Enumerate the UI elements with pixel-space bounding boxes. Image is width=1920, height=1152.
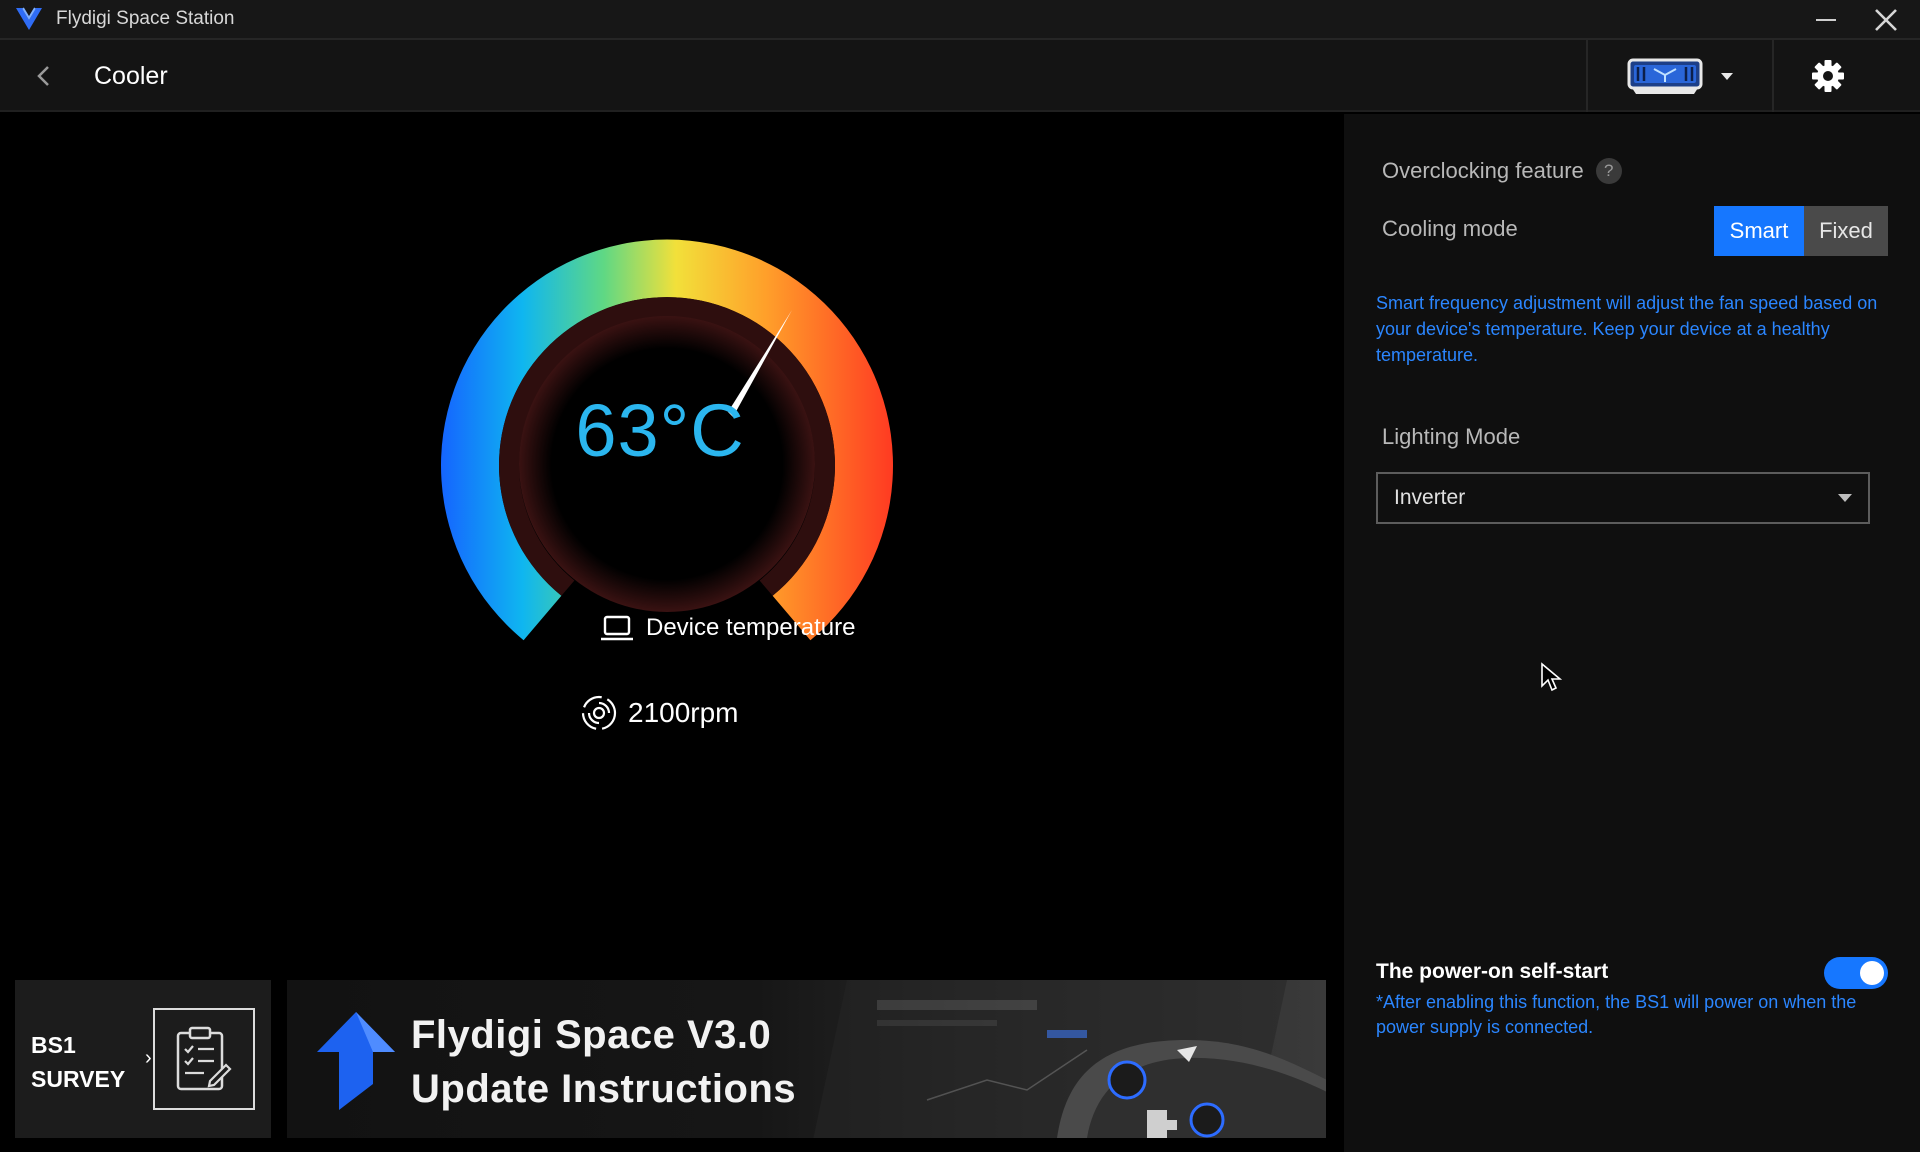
survey-line-2: SURVEY (31, 1066, 126, 1092)
chevron-left-icon (37, 66, 49, 86)
flydigi-logo-icon (16, 7, 42, 30)
survey-banner[interactable]: BS1 SURVEY › (15, 980, 271, 1138)
fan-speed-readout: 2100rpm (580, 694, 739, 732)
app-screenshot-illustration (810, 980, 1326, 1138)
lighting-mode-label: Lighting Mode (1382, 424, 1521, 449)
fan-icon (581, 695, 617, 731)
survey-arrow-icon: › (145, 1047, 152, 1069)
self-start-label: The power-on self-start (1376, 960, 1609, 983)
overclocking-label-text: Overclocking feature (1382, 158, 1584, 183)
mouse-pointer-icon (1541, 662, 1562, 692)
close-icon (1875, 9, 1897, 31)
minimize-button[interactable] (1796, 0, 1856, 40)
overclocking-label: Overclocking feature ? (1382, 158, 1622, 184)
survey-line-1: BS1 (31, 1032, 76, 1058)
gear-icon (1812, 60, 1844, 92)
device-selector[interactable] (1586, 40, 1774, 112)
chevron-down-icon (1838, 494, 1852, 502)
smart-mode-description: Smart frequency adjustment will adjust t… (1376, 293, 1878, 365)
fan-speed-value: 2100rpm (628, 697, 739, 728)
cooling-mode-label: Cooling mode (1382, 216, 1518, 241)
survey-text: BS1 SURVEY (31, 1028, 125, 1096)
close-button[interactable] (1856, 0, 1916, 40)
clipboard-icon (176, 1026, 232, 1091)
page-header: Cooler (0, 40, 1920, 112)
minimize-icon (1816, 19, 1836, 21)
temperature-value: 63°C (575, 389, 745, 472)
cooler-device-icon (1627, 58, 1703, 94)
app-title: Flydigi Space Station (56, 8, 235, 29)
settings-panel: Overclocking feature ? Cooling mode Smar… (1344, 114, 1920, 1152)
title-bar: Flydigi Space Station (0, 0, 1920, 40)
device-temperature-text: Device temperature (646, 614, 856, 641)
survey-icon-box (153, 1008, 255, 1110)
settings-button[interactable] (1808, 56, 1848, 96)
cooling-mode-toggle: Smart Fixed (1714, 206, 1888, 256)
device-temperature-label: Device temperature (600, 614, 855, 642)
page-title: Cooler (94, 62, 168, 90)
laptop-icon (601, 615, 633, 641)
self-start-toggle[interactable] (1824, 957, 1888, 989)
lighting-mode-value: Inverter (1394, 486, 1466, 509)
help-icon[interactable]: ? (1595, 158, 1622, 184)
cooling-mode-fixed-button[interactable]: Fixed (1804, 206, 1888, 256)
cooling-mode-smart-button[interactable]: Smart (1714, 206, 1804, 256)
toggle-knob (1860, 961, 1884, 985)
chevron-down-icon (1721, 73, 1733, 80)
upload-arrow-icon (317, 1012, 395, 1110)
update-instructions-banner[interactable]: Flydigi Space V3.0 Update Instructions (287, 980, 1326, 1138)
self-start-description: *After enabling this function, the BS1 w… (1376, 992, 1857, 1037)
back-button[interactable] (26, 58, 62, 94)
lighting-mode-select[interactable]: Inverter (1376, 472, 1870, 524)
